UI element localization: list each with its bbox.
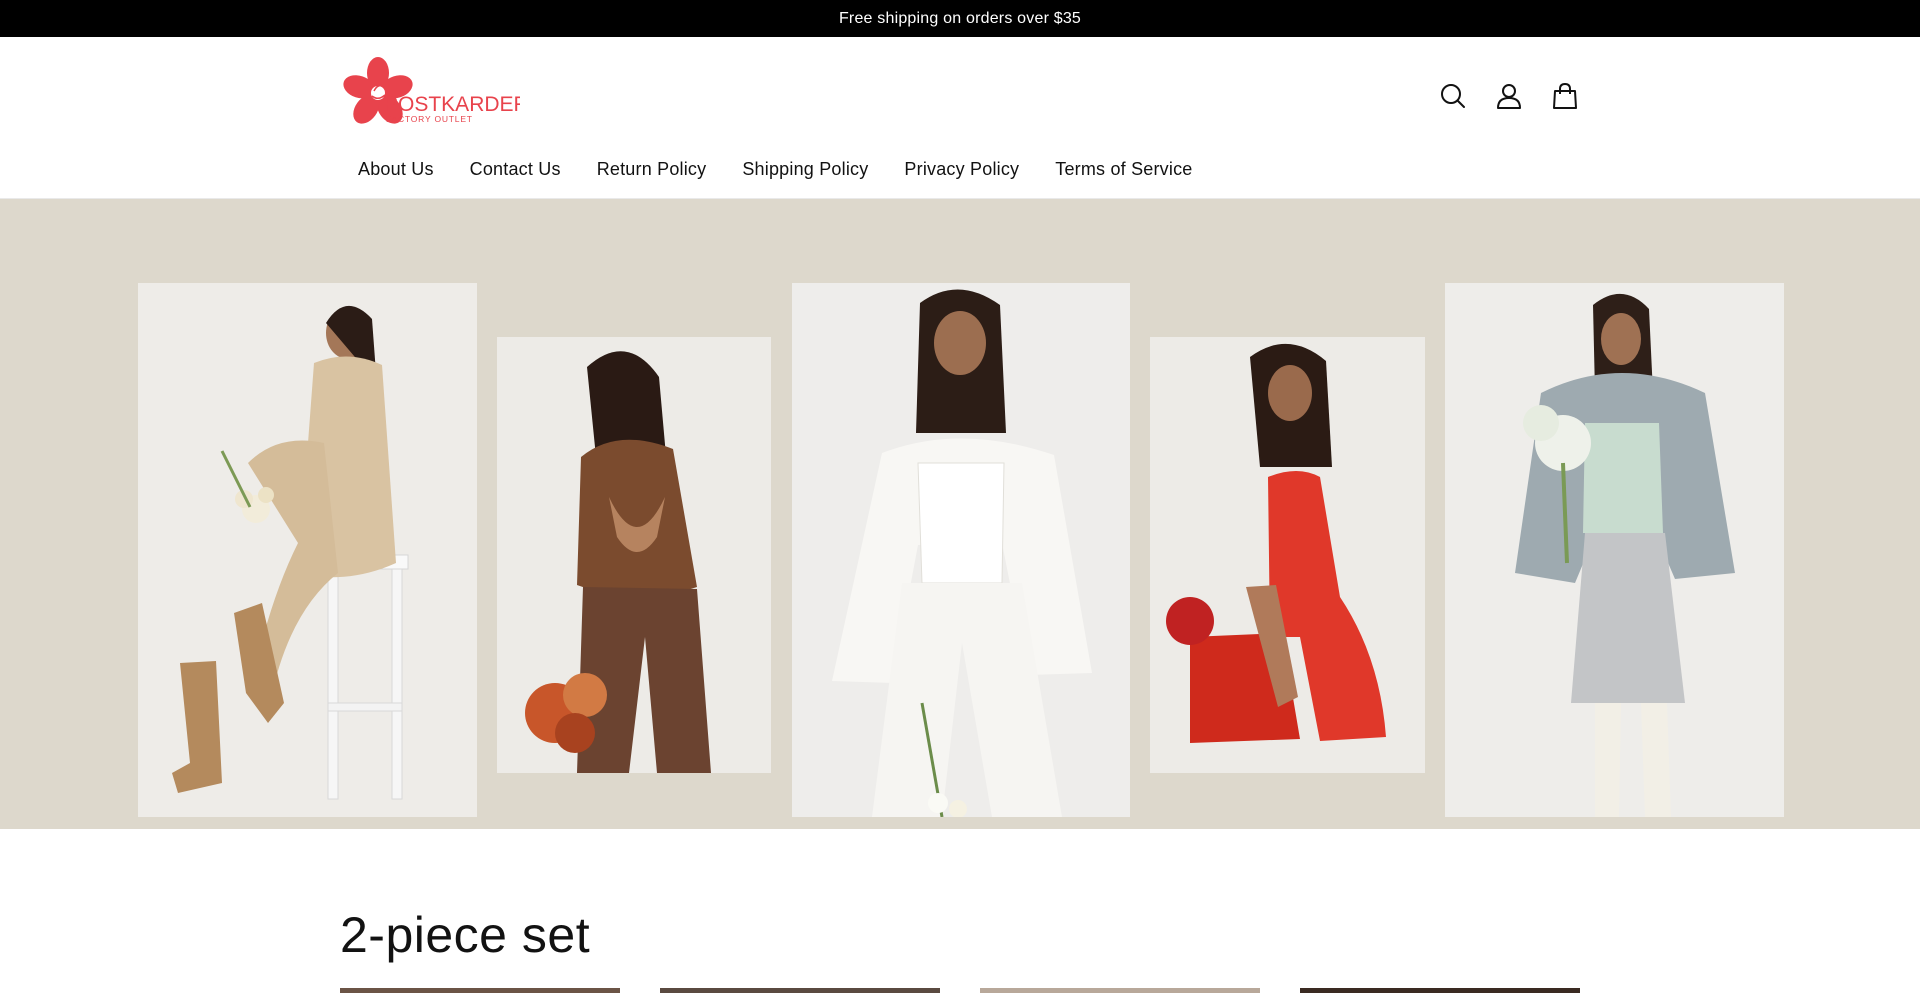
collection-title: 2-piece set	[340, 907, 591, 963]
search-icon[interactable]	[1436, 79, 1470, 113]
hero-image-white-outfit	[792, 283, 1130, 817]
main-navigation: About Us Contact Us Return Policy Shippi…	[340, 157, 1210, 181]
nav-item-terms-of-service[interactable]: Terms of Service	[1037, 157, 1210, 181]
nav-item-contact-us[interactable]: Contact Us	[452, 157, 579, 181]
header-icons	[1436, 79, 1582, 113]
hero-image-beige-dress	[138, 283, 477, 817]
product-card[interactable]	[660, 988, 940, 993]
product-card[interactable]	[980, 988, 1260, 993]
nav-item-shipping-policy[interactable]: Shipping Policy	[724, 157, 886, 181]
hero-image-grey-coat	[1445, 283, 1784, 817]
flower-logo-icon: POSTKARDER FACTORY OUTLET	[343, 57, 520, 124]
account-icon[interactable]	[1492, 79, 1526, 113]
product-image	[980, 988, 1260, 993]
hero-image-brown-outfit	[497, 337, 771, 773]
hero-image-red-dress	[1150, 337, 1425, 773]
product-image	[1300, 988, 1580, 993]
hero-banner[interactable]	[0, 199, 1920, 829]
announcement-text: Free shipping on orders over $35	[838, 9, 1082, 27]
nav-item-return-policy[interactable]: Return Policy	[579, 157, 725, 181]
brand-tagline: FACTORY OUTLET	[386, 114, 473, 124]
product-card[interactable]	[1300, 988, 1580, 993]
product-image	[340, 988, 620, 993]
nav-item-privacy-policy[interactable]: Privacy Policy	[886, 157, 1037, 181]
cart-icon[interactable]	[1548, 79, 1582, 113]
announcement-bar: Free shipping on orders over $35	[0, 0, 1920, 37]
brand-name: POSTKARDER	[384, 93, 520, 116]
site-header: POSTKARDER FACTORY OUTLET About Us Conta…	[0, 37, 1920, 199]
product-card[interactable]	[340, 988, 620, 993]
product-image	[660, 988, 940, 993]
brand-logo[interactable]: POSTKARDER FACTORY OUTLET	[340, 53, 520, 135]
product-grid	[340, 988, 1580, 993]
nav-item-about-us[interactable]: About Us	[340, 157, 452, 181]
